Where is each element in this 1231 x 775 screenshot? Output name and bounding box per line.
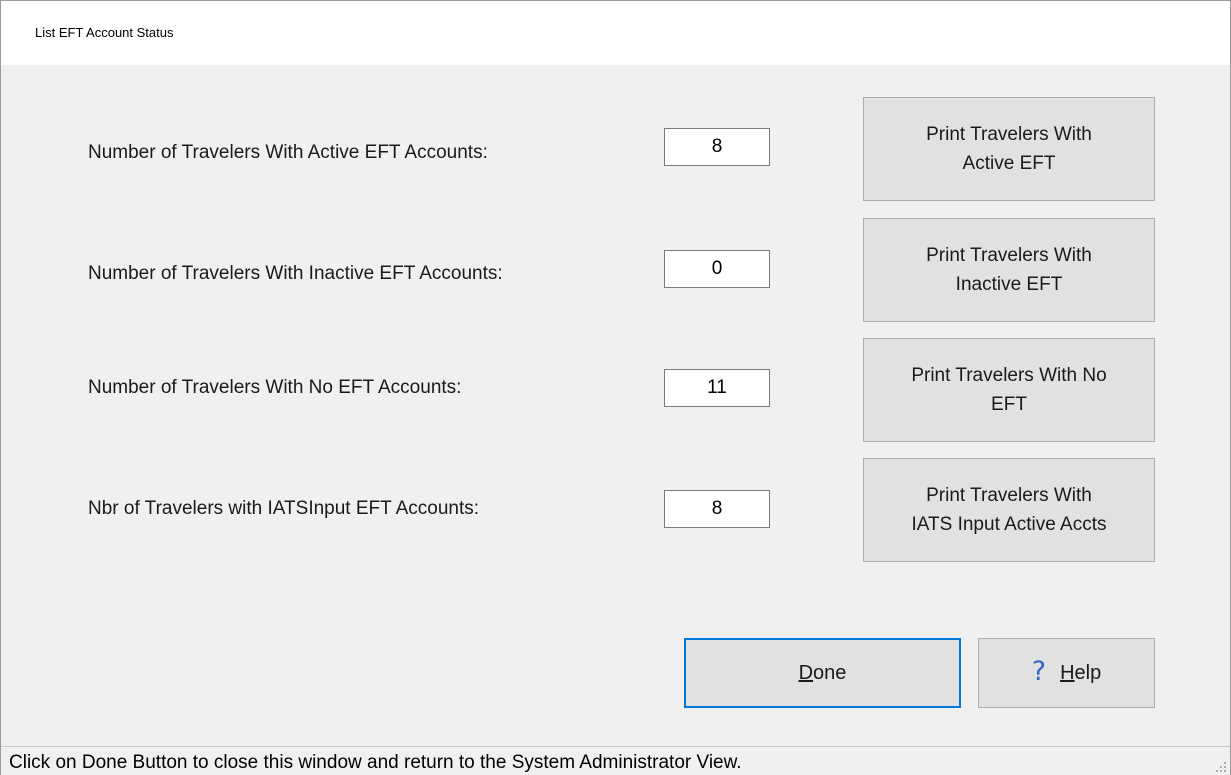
resize-grip-icon[interactable]: [1215, 761, 1227, 773]
print-active-eft-button[interactable]: Print Travelers With Active EFT: [863, 97, 1155, 201]
no-eft-count-field[interactable]: 11: [664, 369, 770, 407]
question-mark-icon: ?: [1031, 655, 1047, 687]
print-active-eft-button-line2: Active EFT: [962, 153, 1056, 174]
print-inactive-eft-button-line2: Inactive EFT: [955, 274, 1063, 295]
done-button-label: Done: [799, 662, 847, 685]
no-eft-count-label: Number of Travelers With No EFT Accounts…: [88, 377, 462, 398]
print-inactive-eft-button[interactable]: Print Travelers With Inactive EFT: [863, 218, 1155, 322]
window-title: List EFT Account Status: [35, 25, 174, 40]
print-inactive-eft-button-line1: Print Travelers With: [926, 245, 1092, 266]
print-no-eft-button-line1: Print Travelers With No: [911, 365, 1107, 386]
print-iats-input-button-line1: Print Travelers With: [926, 485, 1092, 506]
iats-input-eft-count-field[interactable]: 8: [664, 490, 770, 528]
print-no-eft-button-line2: EFT: [991, 394, 1027, 415]
active-eft-count-field[interactable]: 8: [664, 128, 770, 166]
help-label-rest: elp: [1074, 661, 1102, 684]
status-text: Click on Done Button to close this windo…: [9, 752, 742, 773]
inactive-eft-count-field[interactable]: 0: [664, 250, 770, 288]
print-no-eft-button[interactable]: Print Travelers With No EFT: [863, 338, 1155, 442]
status-bar: Click on Done Button to close this windo…: [1, 746, 1230, 775]
done-button[interactable]: Done: [684, 638, 961, 708]
print-iats-input-active-button[interactable]: Print Travelers With IATS Input Active A…: [863, 458, 1155, 562]
print-iats-input-button-line2: IATS Input Active Accts: [911, 514, 1107, 535]
help-button-label: Help: [1060, 662, 1101, 685]
help-button[interactable]: ? Help: [978, 638, 1155, 708]
inactive-eft-count-label: Number of Travelers With Inactive EFT Ac…: [88, 263, 503, 284]
done-label-rest: one: [813, 661, 847, 684]
print-active-eft-button-line1: Print Travelers With: [926, 124, 1092, 145]
done-mnemonic: D: [798, 661, 814, 684]
help-mnemonic: H: [1060, 661, 1075, 684]
title-bar: List EFT Account Status: [1, 1, 1230, 65]
list-eft-account-status-window: List EFT Account Status Number of Travel…: [0, 0, 1231, 775]
active-eft-count-label: Number of Travelers With Active EFT Acco…: [88, 142, 488, 163]
iats-input-eft-count-label: Nbr of Travelers with IATSInput EFT Acco…: [88, 498, 480, 519]
